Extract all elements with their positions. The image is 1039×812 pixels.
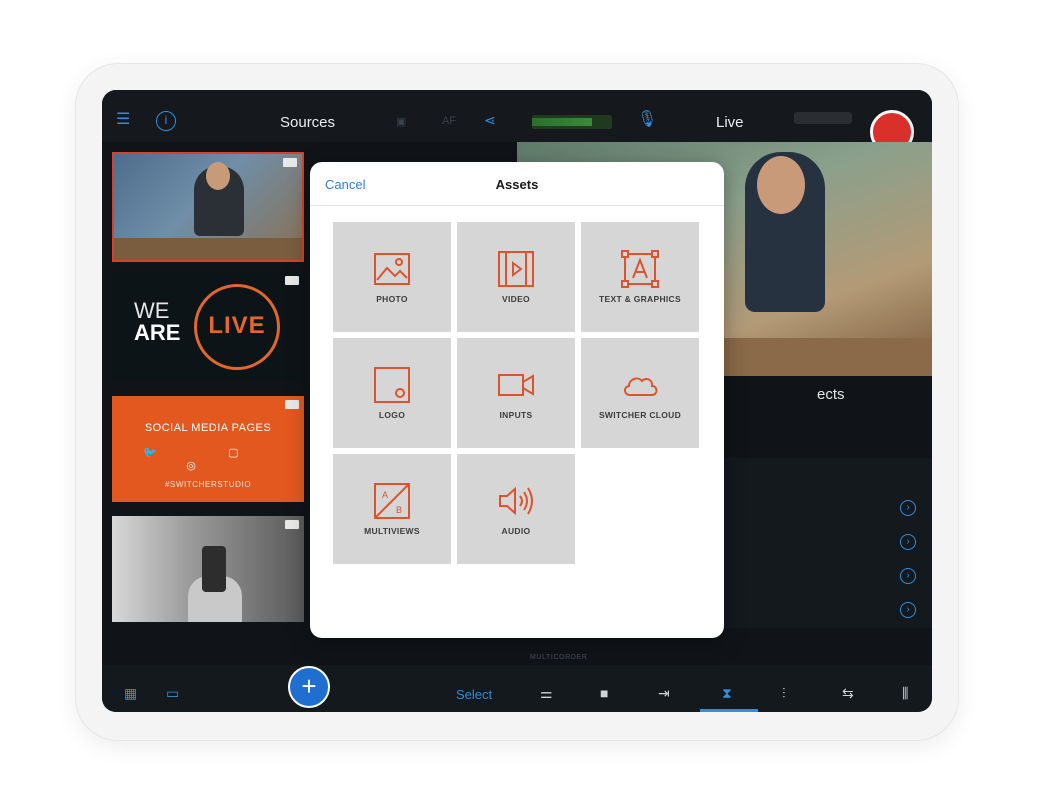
text-graphics-icon xyxy=(621,250,659,288)
program-presenter-face xyxy=(757,156,805,214)
social-media-title: SOCIAL MEDIA PAGES xyxy=(144,422,272,434)
tile-text-live: LIVE xyxy=(208,312,266,339)
stats-icon[interactable]: ⫼ xyxy=(902,686,908,700)
audio-icon xyxy=(499,486,533,516)
desk-image xyxy=(114,238,302,260)
af-label[interactable]: AF xyxy=(442,115,456,127)
image-badge-icon xyxy=(285,400,299,409)
video-icon xyxy=(498,251,534,287)
active-tab-indicator xyxy=(700,709,758,712)
asset-label: MULTIVIEWS xyxy=(364,526,420,536)
asset-switcher-cloud[interactable]: SWITCHER CLOUD xyxy=(581,338,699,448)
svg-text:B: B xyxy=(396,505,402,515)
asset-label: TEXT & GRAPHICS xyxy=(599,294,681,304)
camera-badge-icon xyxy=(285,520,299,529)
asset-multiviews[interactable]: A B MULTIVIEWS xyxy=(333,454,451,564)
asset-label: PHOTO xyxy=(376,294,408,304)
presenter-face xyxy=(206,162,230,190)
camera-icon[interactable]: ▣ xyxy=(396,115,406,128)
transition-icon[interactable]: ⧗ xyxy=(722,686,732,700)
audio-level-meter xyxy=(532,115,612,129)
video-camera-icon[interactable]: ■ xyxy=(600,686,608,700)
modal-title: Assets xyxy=(495,177,539,192)
grid-view-icon[interactable]: ▦ xyxy=(124,686,137,700)
select-button[interactable]: Select xyxy=(456,687,492,702)
tile-text-we: WE xyxy=(134,298,170,323)
effects-label: ects xyxy=(817,386,845,403)
source-tile-social-media[interactable]: SOCIAL MEDIA PAGES 🐦 ▢ ◎ #SWITCHERSTUDIO xyxy=(112,396,304,502)
camera-badge-icon xyxy=(283,158,297,167)
asset-audio[interactable]: AUDIO xyxy=(457,454,575,564)
assets-modal: Cancel Assets PHOTO VIDEO TEXT & GRAPHIC… xyxy=(310,162,724,638)
multicorder-label: MULTICORDER xyxy=(530,654,588,661)
asset-inputs[interactable]: INPUTS xyxy=(457,338,575,448)
svg-text:A: A xyxy=(382,490,388,500)
list-view-icon[interactable]: ▭ xyxy=(166,686,179,700)
output-icon[interactable]: ⇥ xyxy=(658,686,670,700)
asset-label: SWITCHER CLOUD xyxy=(598,410,682,420)
share-icon[interactable]: ⋖ xyxy=(484,113,496,127)
live-title: Live xyxy=(716,114,744,131)
image-badge-icon xyxy=(285,276,299,285)
program-desk xyxy=(717,338,932,376)
cloud-icon xyxy=(624,377,658,396)
phone-image xyxy=(202,546,226,592)
chevron-right-icon[interactable]: › xyxy=(900,534,916,550)
asset-logo[interactable]: LOGO xyxy=(333,338,451,448)
asset-label: INPUTS xyxy=(499,410,533,420)
social-media-hashtag: #SWITCHERSTUDIO xyxy=(164,480,252,489)
sources-title: Sources xyxy=(280,114,336,131)
chevron-right-icon[interactable]: › xyxy=(900,500,916,516)
inputs-icon xyxy=(498,374,534,396)
asset-label: VIDEO xyxy=(502,294,530,304)
source-tile-camera[interactable] xyxy=(112,152,304,262)
microphone-icon[interactable]: 🎙 xyxy=(637,112,657,128)
modal-header: Cancel Assets xyxy=(310,162,724,206)
add-source-button[interactable]: + xyxy=(288,666,330,708)
photo-icon xyxy=(374,253,410,285)
recording-status xyxy=(794,112,852,124)
chevron-right-icon[interactable]: › xyxy=(900,568,916,584)
source-tile-phone-video[interactable] xyxy=(112,516,304,622)
social-icons: 🐦 ▢ ◎ xyxy=(143,447,273,472)
chevron-right-icon[interactable]: › xyxy=(900,602,916,618)
logo-icon xyxy=(374,367,410,403)
bottom-toolbar xyxy=(102,665,932,712)
asset-text-graphics[interactable]: TEXT & GRAPHICS xyxy=(581,222,699,332)
effects-panel xyxy=(702,458,932,628)
hamburger-icon[interactable]: ☰ xyxy=(116,112,130,128)
audio-waveform-icon[interactable]: ⫶ xyxy=(782,686,786,700)
asset-video[interactable]: VIDEO xyxy=(457,222,575,332)
info-icon[interactable]: i xyxy=(156,111,176,131)
tile-text-are: ARE xyxy=(134,320,181,345)
source-tile-we-are-live[interactable]: WE ARE LIVE xyxy=(112,272,304,382)
asset-label: LOGO xyxy=(378,410,406,420)
asset-label: AUDIO xyxy=(501,526,531,536)
multiviews-icon: A B xyxy=(374,483,410,519)
sliders-icon[interactable]: ⚌ xyxy=(540,686,553,700)
swap-icon[interactable]: ⇆ xyxy=(842,686,854,700)
asset-photo[interactable]: PHOTO xyxy=(333,222,451,332)
